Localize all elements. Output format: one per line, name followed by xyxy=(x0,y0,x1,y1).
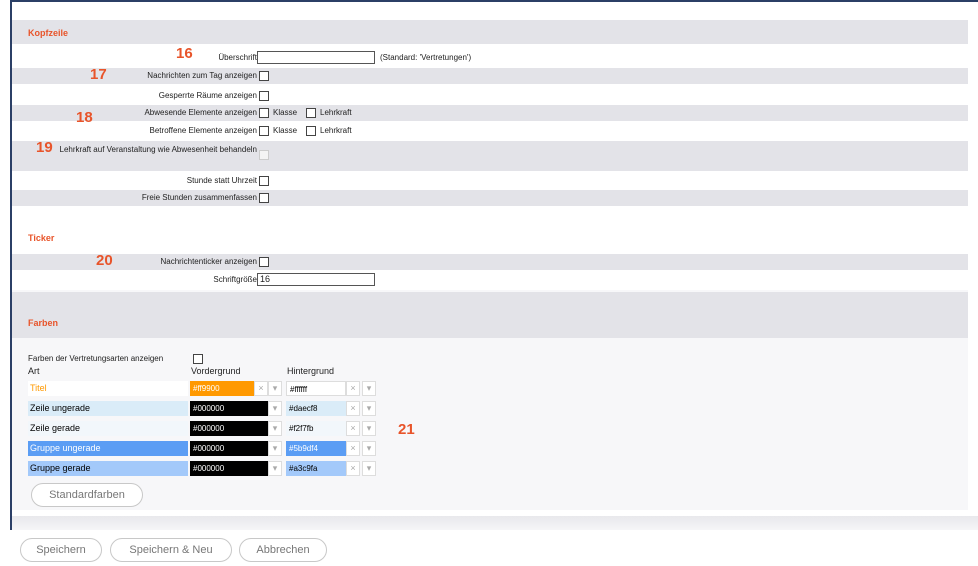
background-color-input[interactable]: #5b9df4 xyxy=(286,441,346,456)
abwesende-label: Abwesende Elemente anzeigen xyxy=(144,108,257,117)
background-color-input[interactable]: #f2f7fb xyxy=(286,421,346,436)
row-abwesende: Abwesende Elemente anzeigen xyxy=(12,105,968,121)
foreground-color-input[interactable]: #000000 xyxy=(190,461,268,476)
chevron-down-icon[interactable]: ▾ xyxy=(362,421,376,436)
chevron-down-icon[interactable]: ▾ xyxy=(268,401,282,416)
row-veranstaltung: Lehrkraft auf Veranstaltung wie Abwesenh… xyxy=(12,141,968,171)
gesperrte-checkbox[interactable] xyxy=(259,91,269,101)
chevron-down-icon[interactable]: ▾ xyxy=(362,441,376,456)
schriftgroesse-input[interactable]: 16 xyxy=(257,273,375,286)
chevron-down-icon[interactable]: ▾ xyxy=(362,401,376,416)
betroffene-klasse-label: Klasse xyxy=(273,126,298,135)
clear-icon[interactable]: × xyxy=(346,401,360,416)
clear-icon[interactable]: × xyxy=(346,461,360,476)
color-row-name: Titel xyxy=(28,381,188,396)
veranstaltung-checkbox[interactable] xyxy=(259,150,269,160)
farben-header xyxy=(12,292,968,338)
gesperrte-label: Gesperrte Räume anzeigen xyxy=(158,91,257,100)
freie-label: Freie Stunden zusammenfassen xyxy=(141,193,257,202)
farben-title: Farben xyxy=(28,318,59,328)
color-row-name: Gruppe ungerade xyxy=(28,441,188,456)
chevron-down-icon[interactable]: ▾ xyxy=(268,421,282,436)
color-row-name: Zeile ungerade xyxy=(28,401,188,416)
save-button[interactable]: Speichern xyxy=(20,538,102,562)
background-color-input[interactable]: #daecf8 xyxy=(286,401,346,416)
betroffene-klasse-checkbox[interactable] xyxy=(259,126,269,136)
ueberschrift-hint: (Standard: 'Vertretungen') xyxy=(380,53,472,62)
abwesende-lehrkraft-checkbox[interactable] xyxy=(306,108,316,118)
col-art: Art xyxy=(28,366,40,376)
annotation-16: 16 xyxy=(176,45,193,62)
chevron-down-icon[interactable]: ▾ xyxy=(268,441,282,456)
kopfzeile-header xyxy=(12,20,968,44)
col-vordergrund: Vordergrund xyxy=(191,366,241,376)
betroffene-label: Betroffene Elemente anzeigen xyxy=(149,126,257,135)
ticker-title: Ticker xyxy=(28,233,55,243)
abwesende-klasse-label: Klasse xyxy=(273,108,298,117)
chevron-down-icon[interactable]: ▾ xyxy=(268,381,282,396)
foreground-color-input[interactable]: #000000 xyxy=(190,421,268,436)
row-betroffene: Betroffene Elemente anzeigen xyxy=(12,123,968,139)
nachrichten-checkbox[interactable] xyxy=(259,71,269,81)
standardfarben-button[interactable]: Standardfarben xyxy=(31,483,143,507)
annotation-21: 21 xyxy=(398,421,415,438)
kopfzeile-title: Kopfzeile xyxy=(28,28,69,38)
abwesende-klasse-checkbox[interactable] xyxy=(259,108,269,118)
cancel-button[interactable]: Abbrechen xyxy=(239,538,327,562)
chevron-down-icon[interactable]: ▾ xyxy=(268,461,282,476)
row-schriftgroesse: Schriftgröße xyxy=(12,272,968,288)
clear-icon[interactable]: × xyxy=(346,421,360,436)
row-ueberschrift: Überschrift xyxy=(12,50,968,66)
row-stunde: Stunde statt Uhrzeit xyxy=(12,173,968,189)
clear-icon[interactable]: × xyxy=(254,381,268,396)
annotation-17: 17 xyxy=(90,66,107,83)
abwesende-lehrkraft-label: Lehrkraft xyxy=(320,108,352,117)
freie-checkbox[interactable] xyxy=(259,193,269,203)
background-color-input[interactable]: #a3c9fa xyxy=(286,461,346,476)
chevron-down-icon[interactable]: ▾ xyxy=(362,381,376,396)
foreground-color-input[interactable]: #000000 xyxy=(190,401,268,416)
row-nachrichtenticker: Nachrichtenticker anzeigen xyxy=(12,254,968,270)
ueberschrift-input[interactable] xyxy=(257,51,375,64)
foreground-color-input[interactable]: #000000 xyxy=(190,441,268,456)
nachrichtenticker-checkbox[interactable] xyxy=(259,257,269,267)
panel-shadow xyxy=(12,516,978,530)
stunde-label: Stunde statt Uhrzeit xyxy=(186,176,257,185)
color-row-name: Gruppe gerade xyxy=(28,461,188,476)
color-row-name: Zeile gerade xyxy=(28,421,188,436)
row-freie: Freie Stunden zusammenfassen xyxy=(12,190,968,206)
veranstaltung-label: Lehrkraft auf Veranstaltung wie Abwesenh… xyxy=(59,145,257,154)
background-color-input[interactable]: #ffffff xyxy=(286,381,346,396)
save-new-button[interactable]: Speichern & Neu xyxy=(110,538,232,562)
betroffene-lehrkraft-label: Lehrkraft xyxy=(320,126,352,135)
nachrichtenticker-label: Nachrichtenticker anzeigen xyxy=(160,257,258,266)
clear-icon[interactable]: × xyxy=(346,381,360,396)
chevron-down-icon[interactable]: ▾ xyxy=(362,461,376,476)
schriftgroesse-label: Schriftgröße xyxy=(213,275,257,284)
annotation-20: 20 xyxy=(96,252,113,269)
ueberschrift-label: Überschrift xyxy=(218,53,257,62)
clear-icon[interactable]: × xyxy=(346,441,360,456)
row-nachrichten: Nachrichten zum Tag anzeigen xyxy=(12,68,968,84)
col-hintergrund: Hintergrund xyxy=(287,366,335,376)
betroffene-lehrkraft-checkbox[interactable] xyxy=(306,126,316,136)
annotation-19: 19 xyxy=(36,139,53,156)
nachrichten-label: Nachrichten zum Tag anzeigen xyxy=(147,71,257,80)
row-gesperrte: Gesperrte Räume anzeigen xyxy=(12,88,968,104)
farben-show-label: Farben der Vertretungsarten anzeigen xyxy=(28,354,164,363)
stunde-checkbox[interactable] xyxy=(259,176,269,186)
